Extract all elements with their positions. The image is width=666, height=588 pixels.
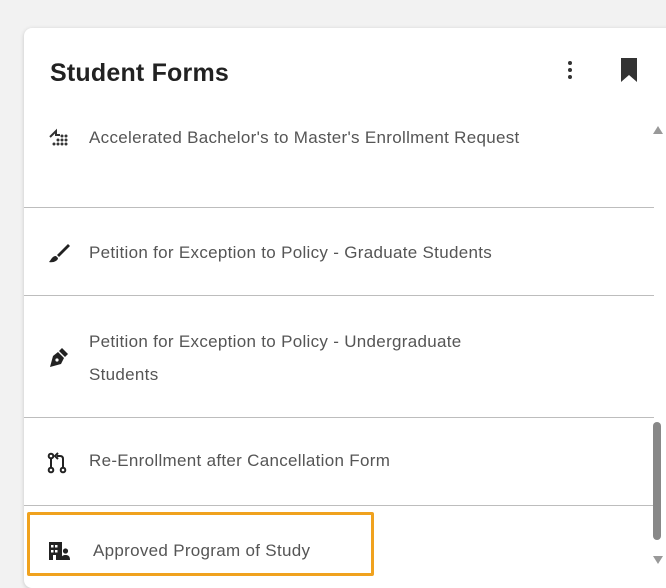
form-item-label: Petition for Exception to Policy - Gradu…	[89, 243, 493, 262]
pen-nib-icon	[50, 348, 68, 367]
form-item-label: Accelerated Bachelor's to Master's Enrol…	[89, 128, 520, 147]
scroll-thumb[interactable]	[653, 422, 661, 540]
form-item-petition-graduate[interactable]: Petition for Exception to Policy - Gradu…	[24, 208, 654, 296]
form-item-label: Approved Program of Study	[93, 541, 311, 560]
bookmark-icon[interactable]	[620, 58, 638, 82]
form-item-re-enrollment[interactable]: Re-Enrollment after Cancellation Form	[24, 418, 654, 506]
form-item-petition-undergraduate[interactable]: Petition for Exception to Policy - Under…	[24, 296, 654, 418]
more-vertical-icon[interactable]	[560, 58, 580, 82]
form-item-label: Re-Enrollment after Cancellation Form	[89, 451, 391, 470]
form-item-label: Petition for Exception to Policy - Under…	[89, 332, 462, 351]
form-item-approved-program[interactable]: Approved Program of Study	[24, 506, 654, 588]
scroll-down-arrow-icon[interactable]	[653, 556, 663, 564]
stairs-dots-icon	[49, 128, 68, 146]
scroll-up-arrow-icon[interactable]	[653, 126, 663, 134]
form-item-accelerated-bachelors[interactable]: Accelerated Bachelor's to Master's Enrol…	[24, 118, 654, 208]
paintbrush-icon	[49, 244, 70, 263]
card-title: Student Forms	[50, 59, 229, 87]
form-item-label-line2: Students	[89, 365, 159, 384]
pull-request-icon	[47, 452, 67, 474]
student-forms-card: Student Forms Accelerated Bachelor's to …	[24, 28, 666, 588]
building-user-icon	[49, 542, 70, 560]
scrollbar[interactable]	[650, 120, 666, 580]
card-header: Student Forms	[24, 28, 666, 112]
